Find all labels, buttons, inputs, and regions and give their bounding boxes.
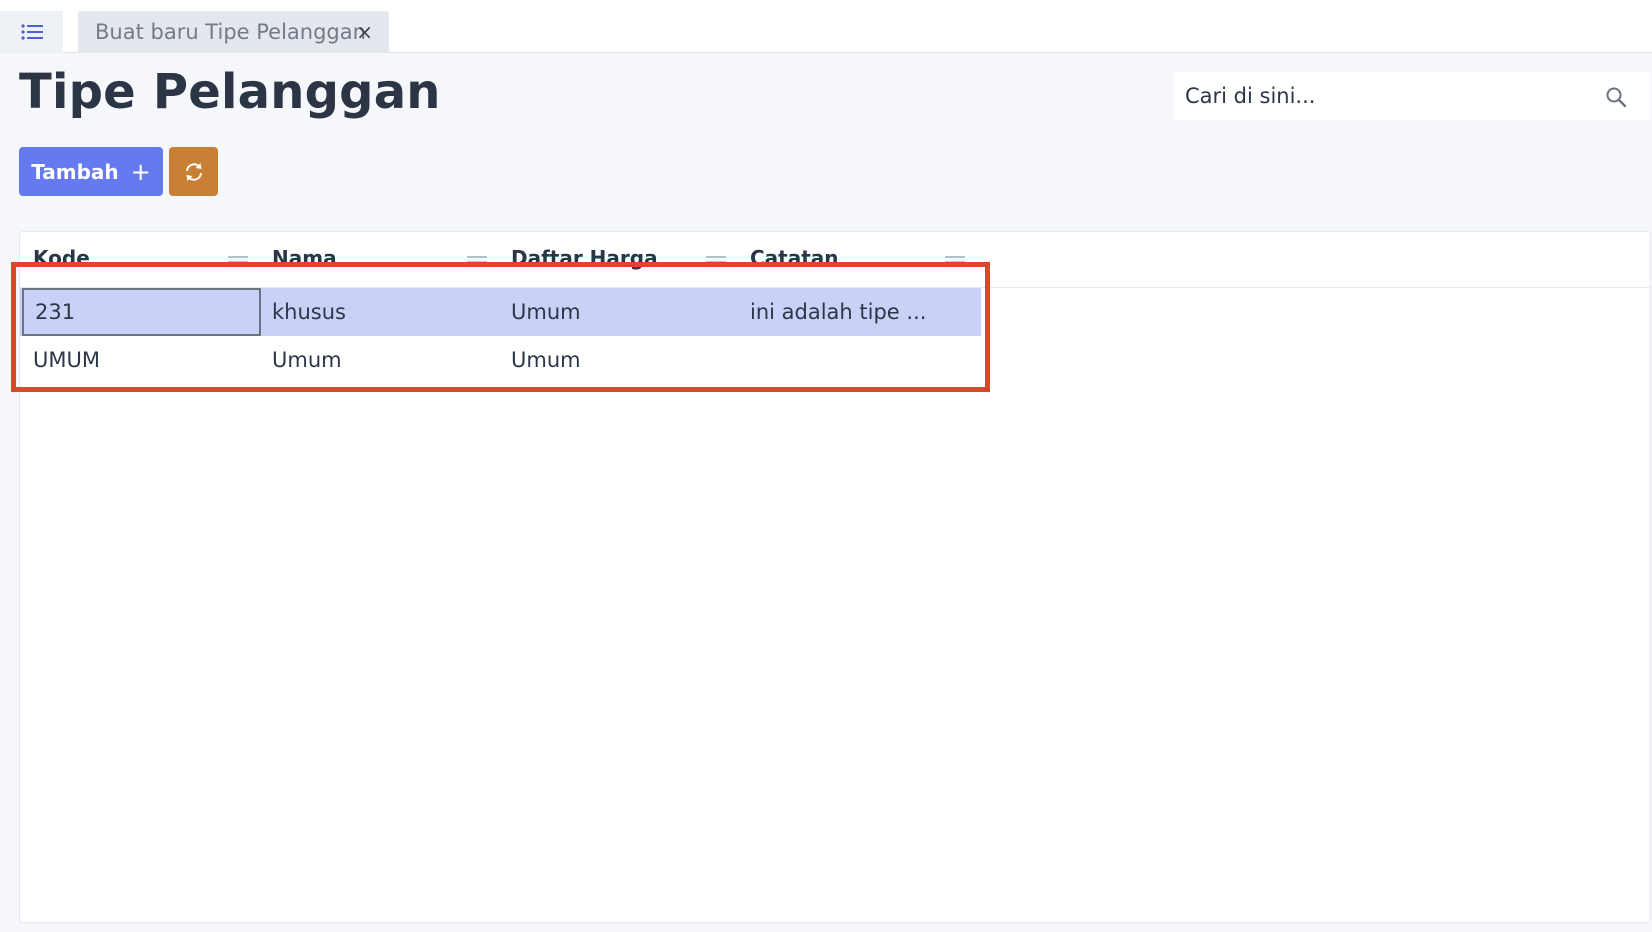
add-button[interactable]: Tambah + [19,147,163,196]
cell-catatan[interactable]: ini adalah tipe ... [737,288,976,336]
add-button-label: Tambah [31,159,119,184]
page-title: Tipe Pelanggan [19,64,441,120]
data-grid: Kode Nama Daftar Harga Catatan 231 khusu… [19,231,1651,923]
drag-handle-icon[interactable] [228,256,248,268]
drag-handle-icon[interactable] [945,256,965,268]
table-row[interactable]: UMUM Umum Umum [20,336,981,384]
grid-header: Kode Nama Daftar Harga Catatan [20,232,1650,288]
refresh-button[interactable] [169,147,218,196]
column-header-daftar-harga[interactable]: Daftar Harga [498,246,737,280]
cell-kode[interactable]: 231 [22,288,261,336]
column-header-catatan[interactable]: Catatan [737,246,976,280]
column-header-label: Catatan [750,246,839,270]
search-icon[interactable] [1605,86,1627,108]
column-header-label: Daftar Harga [511,246,658,270]
drag-handle-icon[interactable] [467,256,487,268]
cell-daftar-harga[interactable]: Umum [498,288,737,336]
plus-icon: + [130,157,151,186]
search-box [1173,72,1651,120]
cell-nama[interactable]: khusus [259,288,498,336]
table-row[interactable]: 231 khusus Umum ini adalah tipe ... [20,288,981,336]
cell-daftar-harga[interactable]: Umum [498,336,737,384]
search-input[interactable] [1173,72,1593,120]
column-header-label: Kode [33,246,90,270]
list-icon [20,24,43,40]
menu-toggle-button[interactable] [0,11,63,53]
top-bar: Buat baru Tipe Pelanggan × [0,0,1652,53]
cell-nama[interactable]: Umum [259,336,498,384]
cell-kode[interactable]: UMUM [20,336,259,384]
tab-buat-baru-tipe-pelanggan[interactable]: Buat baru Tipe Pelanggan × [78,11,389,53]
column-header-kode[interactable]: Kode [20,246,259,280]
column-header-label: Nama [272,246,337,270]
drag-handle-icon[interactable] [706,256,726,268]
refresh-icon [185,162,202,181]
tab-label: Buat baru Tipe Pelanggan [95,20,366,44]
close-icon[interactable]: × [356,20,373,44]
cell-catatan[interactable] [737,336,976,384]
column-header-nama[interactable]: Nama [259,246,498,280]
